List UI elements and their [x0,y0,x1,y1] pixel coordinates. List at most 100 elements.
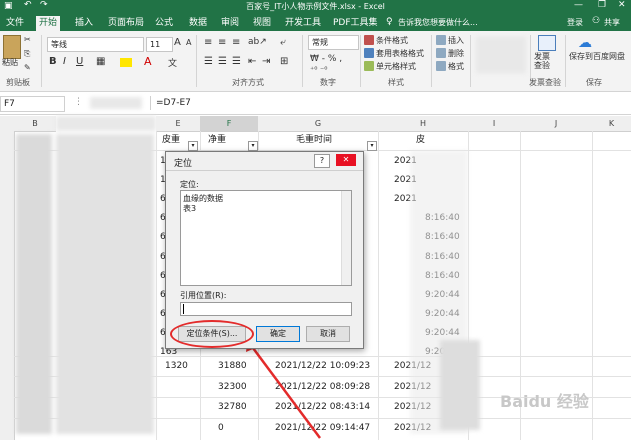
reference-input[interactable] [180,302,352,316]
title-bar: ▣ ↶ ↷ 百家号_IT小人物示例文件.xlsx - Excel — ❐ ✕ [0,0,631,14]
ribbon-tabs: 文件 开始 插入 页面布局 公式 数据 审阅 视图 开发工具 PDF工具集 ♀ … [0,14,631,31]
cell-net[interactable]: 0 [218,419,224,438]
format-painter-icon[interactable]: ✎ [24,63,31,72]
reference-label: 引用位置(R): [180,291,227,300]
share-icon[interactable]: ⚇ [592,16,600,26]
column-header-j[interactable]: J [520,116,592,132]
watermark: Baidu 经验 [500,392,589,411]
tab-review[interactable]: 审阅 [218,16,242,31]
tab-home[interactable]: 开始 [36,16,61,31]
italic-icon[interactable]: I [63,56,66,67]
wrap-text-icon[interactable]: ⤶ [280,37,286,48]
formula-input[interactable]: =D7-E7 [150,96,631,110]
shrink-font-icon[interactable]: A [186,38,191,47]
align-right-icon[interactable]: ☰ [232,56,241,67]
decimal-icon[interactable]: ⁺⁰ ⁻⁰ [310,65,327,74]
dialog-title: 定位 [174,159,193,169]
close-icon[interactable]: ✕ [336,154,356,166]
filter-dropdown-icon[interactable]: ▾ [367,141,377,151]
tab-insert[interactable]: 插入 [72,16,96,31]
tab-page-layout[interactable]: 页面布局 [105,16,147,31]
select-all-corner[interactable] [0,116,14,132]
tab-pdf-tools[interactable]: PDF工具集 [330,16,381,31]
window-title: 百家号_IT小人物示例文件.xlsx - Excel [246,2,385,11]
formula-buttons-obscured [90,97,142,109]
align-middle-icon[interactable]: ≡ [218,37,226,48]
divider [166,170,363,171]
divider [431,35,432,87]
align-left-icon[interactable]: ☰ [204,56,213,67]
fill-color-icon[interactable] [120,58,132,67]
ok-button[interactable]: 确定 [256,326,300,342]
goto-dialog: 定位 ? ✕ 定位: 血缘的数据 表3 引用位置(R): 定位条件(S)... … [165,151,364,349]
align-center-icon[interactable]: ☰ [218,56,227,67]
group-clipboard: 剪贴板 [6,78,30,87]
underline-icon[interactable]: U [76,56,83,67]
name-box[interactable]: F7 [0,96,65,112]
cell-tare[interactable]: 1320 [165,357,188,376]
fx-icon[interactable]: ⋮ [74,97,83,107]
align-top-icon[interactable]: ≡ [204,37,212,48]
cell-styles-button[interactable]: 单元格样式 [376,61,416,72]
tab-view[interactable]: 视图 [250,16,274,31]
login-link[interactable]: 登录 [567,17,583,28]
tell-me-box[interactable]: 告诉我您想要做什么... [398,17,478,28]
grow-font-icon[interactable]: A [174,37,181,48]
cancel-button[interactable]: 取消 [306,326,350,342]
column-header-k[interactable]: K [592,116,631,132]
save-to-baidu-button[interactable]: 保存到百度网盘 [568,52,626,61]
column-header-g[interactable]: G [258,116,378,132]
column-header-h[interactable]: H [378,116,468,132]
group-save: 保存 [586,78,602,87]
cut-icon[interactable]: ✂ [24,35,31,44]
format-cells-button[interactable]: 格式 [448,61,464,72]
paste-button[interactable]: 粘贴 [2,57,18,68]
invoice-check-icon[interactable] [538,35,556,51]
tab-developer[interactable]: 开发工具 [282,16,324,31]
bold-icon[interactable]: B [49,56,57,67]
insert-cells-button[interactable]: 插入 [448,35,464,46]
column-header-f[interactable]: F [200,116,258,132]
filter-dropdown-icon[interactable]: ▾ [188,141,198,151]
orientation-icon[interactable]: ab↗ [248,37,267,47]
column-header-e[interactable]: E [156,116,200,132]
header-gross-time: 毛重时间 [296,135,333,145]
list-item[interactable]: 表3 [183,203,196,214]
border-icon[interactable]: ▦ [96,56,105,67]
phonetic-icon[interactable]: 文 [168,56,177,69]
grid-line [592,131,593,440]
invoice-check-button[interactable]: 发票查验 [534,52,556,70]
column-header-b[interactable]: B [14,116,56,132]
outdent-icon[interactable]: ⇥ [262,56,270,67]
align-bottom-icon[interactable]: ≡ [232,37,240,48]
filter-dropdown-icon[interactable]: ▾ [248,141,258,151]
number-format-select[interactable]: 常规 [308,35,359,50]
help-button[interactable]: ? [314,154,330,168]
tab-formulas[interactable]: 公式 [152,16,176,31]
format-as-table-button[interactable]: 套用表格格式 [376,48,424,59]
column-header-i[interactable]: I [468,116,520,132]
font-color-icon[interactable]: A [144,55,152,68]
font-name-select[interactable]: 等线 [47,37,144,52]
column-headers-obscured [56,116,156,131]
group-styles: 样式 [388,78,404,87]
conditional-format-button[interactable]: 条件格式 [376,35,408,46]
cloud-save-icon[interactable]: ☁ [578,35,592,51]
tab-data[interactable]: 数据 [186,16,210,31]
goto-list[interactable]: 血缘的数据 表3 [180,190,352,286]
tab-file[interactable]: 文件 [3,16,27,31]
paste-icon[interactable] [3,35,21,59]
close-icon[interactable]: ✕ [618,0,626,10]
restore-icon[interactable]: ❐ [598,0,606,10]
currency-icon[interactable]: ₩ - % , [310,54,342,64]
share-button[interactable]: 共享 [604,17,620,28]
minimize-icon[interactable]: — [574,0,583,10]
format-cells-icon [436,61,446,71]
lightbulb-icon: ♀ [386,17,393,27]
list-scrollbar[interactable] [341,191,351,285]
merge-center-icon[interactable]: ⊞ [280,56,288,67]
copy-icon[interactable]: ⎘ [24,49,30,59]
indent-icon[interactable]: ⇤ [248,56,256,67]
font-size-select[interactable]: 11 [146,37,173,52]
delete-cells-button[interactable]: 删除 [448,48,464,59]
